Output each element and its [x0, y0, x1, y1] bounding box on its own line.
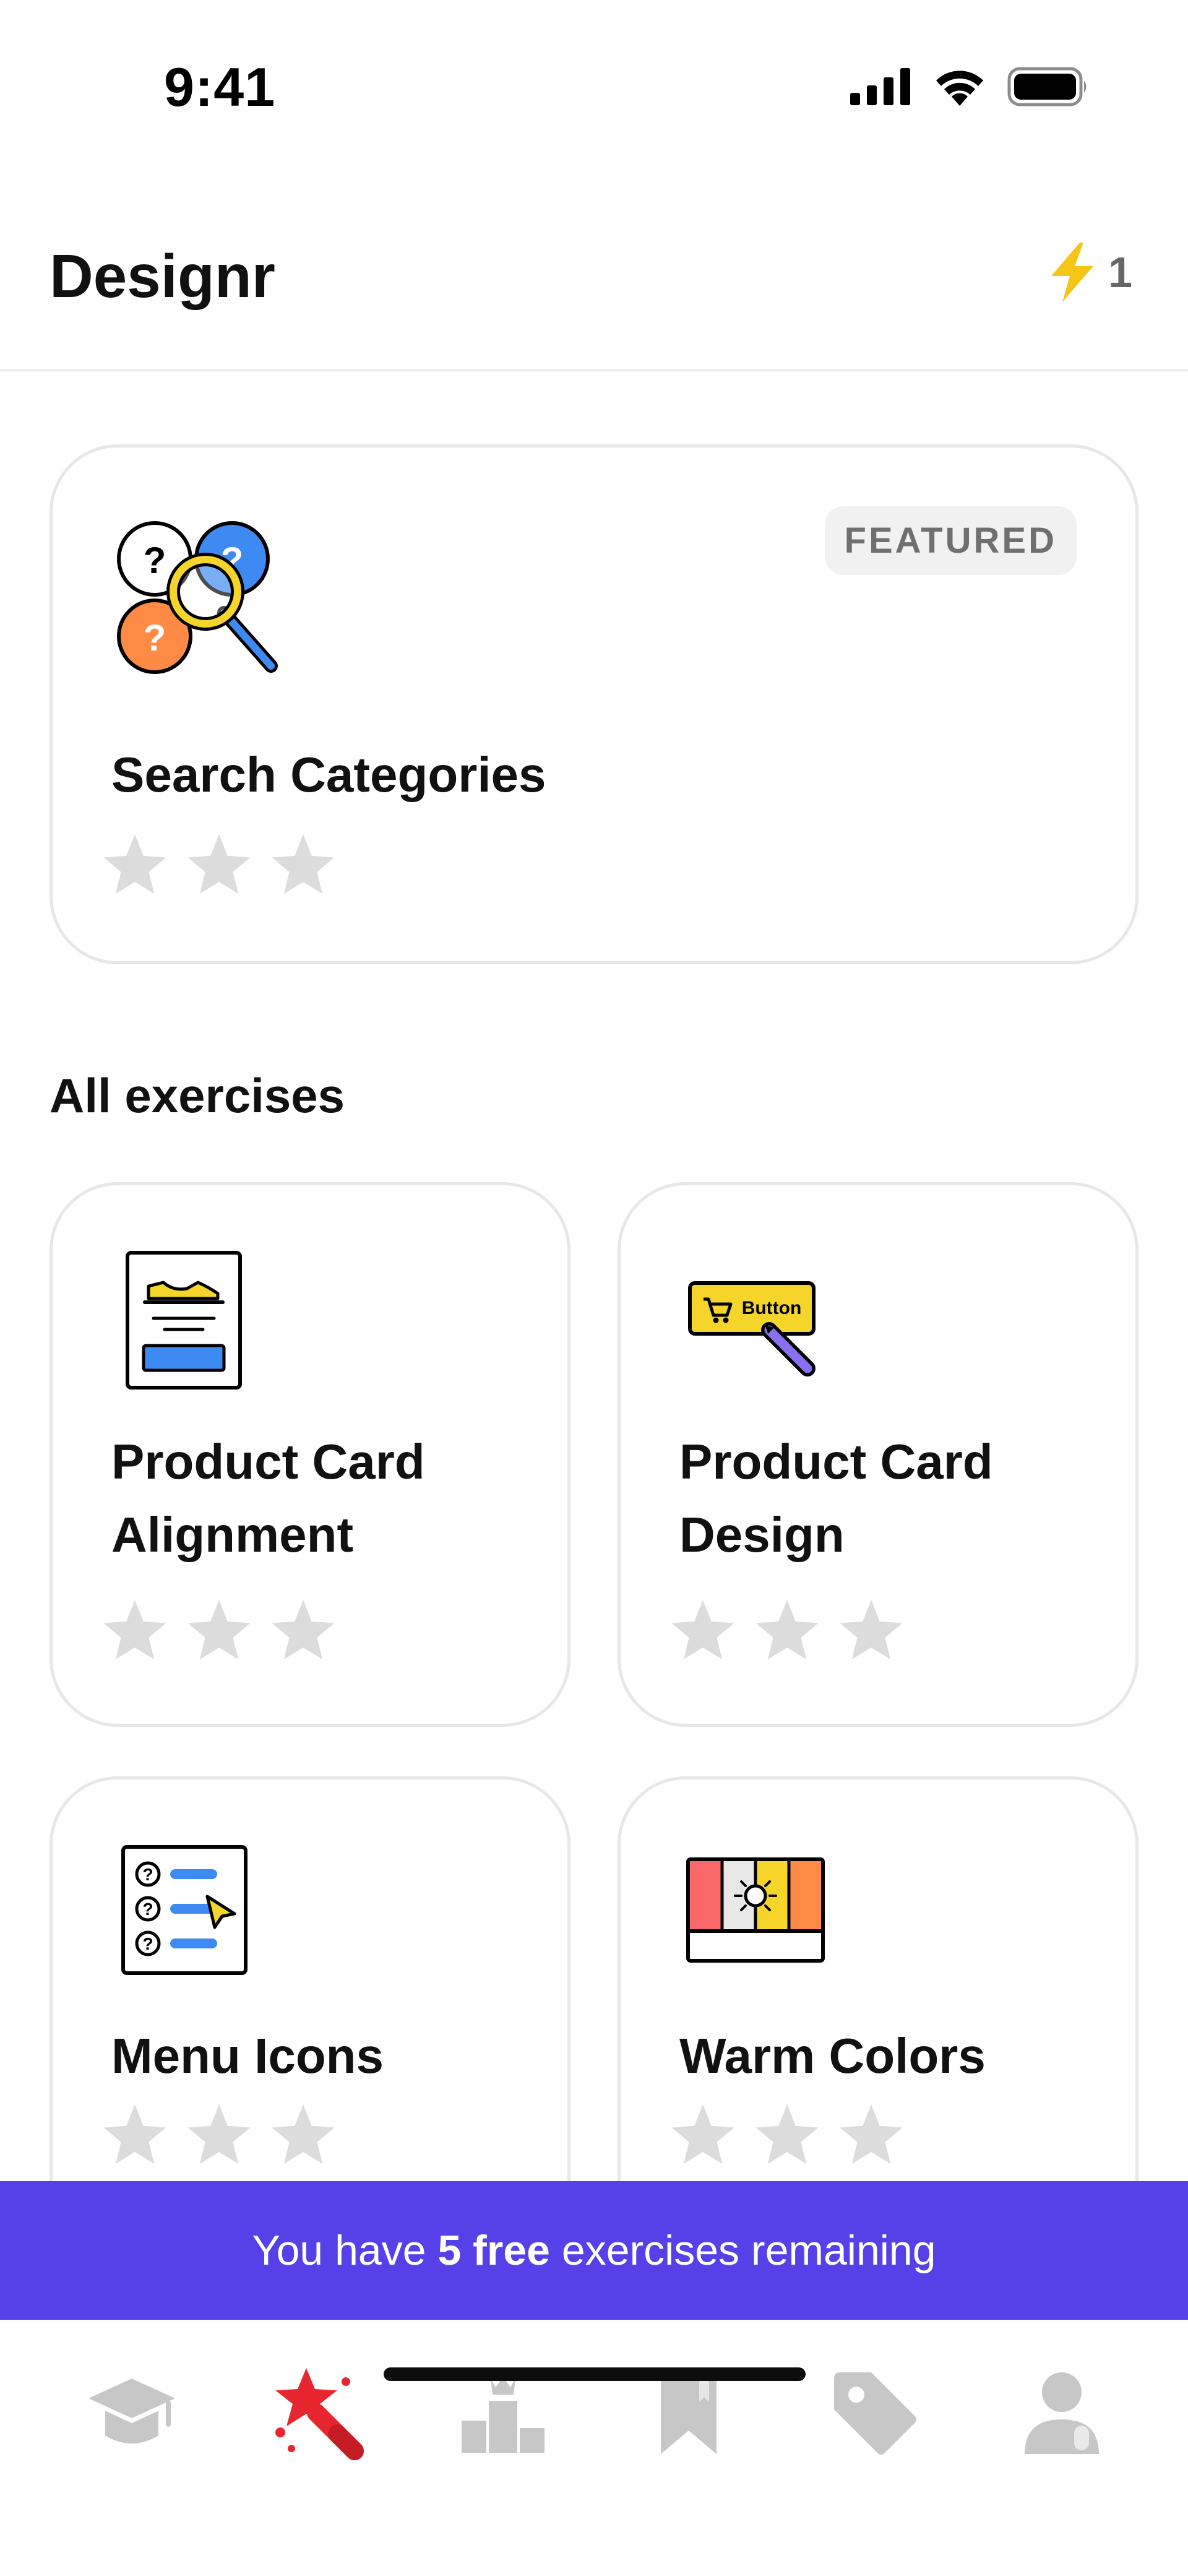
star-icon [272, 1599, 335, 1660]
lightning-bolt-icon [1051, 243, 1094, 302]
star-icon [187, 2104, 251, 2164]
energy-count: 1 [1108, 248, 1132, 296]
status-time: 9:41 [164, 56, 276, 118]
star-icon [103, 2104, 166, 2164]
graduation-cap-icon [88, 2379, 175, 2444]
profile-icon [1025, 2372, 1099, 2454]
app-header: Designr 1 [0, 204, 1188, 371]
star-icon [103, 1599, 166, 1660]
star-icon [840, 2104, 903, 2164]
exercise-card-product-card-alignment[interactable]: Product Card Alignment [50, 1182, 570, 1727]
banner-highlight: 5 free [437, 2227, 550, 2274]
star-icon [755, 2104, 819, 2164]
tab-exercises[interactable] [265, 2360, 370, 2465]
tag-icon [834, 2372, 916, 2455]
svg-text:?: ? [144, 617, 166, 659]
star-icon [272, 2104, 335, 2164]
banner-prefix: You have [252, 2227, 438, 2274]
star-icon [671, 2104, 734, 2164]
star-rating [669, 2101, 905, 2167]
energy-counter[interactable]: 1 [1048, 243, 1132, 302]
status-bar: 9:41 [0, 0, 1188, 155]
home-indicator [384, 2367, 806, 2381]
featured-exercise-card[interactable]: ? ? ? FEATURED Search Categories [50, 444, 1138, 964]
star-icon [840, 1599, 903, 1660]
star-icon [671, 1599, 734, 1660]
exercise-title: Product Card Design [679, 1434, 993, 1562]
star-icon [103, 834, 166, 894]
star-rating [101, 2101, 337, 2167]
wifi-icon [936, 71, 983, 106]
tab-bar [0, 2320, 1188, 2576]
star-wand-icon [275, 2368, 364, 2460]
status-icons [850, 62, 1089, 111]
svg-text:Button: Button [742, 1298, 802, 1318]
product-card-design-illustration: Button [688, 1281, 816, 1377]
menu-icons-illustration: ? ? ? [121, 1845, 248, 1975]
exercise-title: Menu Icons [111, 2028, 384, 2083]
product-card-alignment-illustration [126, 1251, 242, 1390]
tab-profile[interactable] [1007, 2360, 1113, 2465]
star-rating [669, 1597, 905, 1662]
star-rating [101, 1597, 337, 1662]
featured-badge: FEATURED [824, 506, 1077, 575]
warm-colors-illustration [686, 1857, 825, 1963]
free-exercises-banner[interactable]: You have 5 free exercises remaining [0, 2181, 1188, 2320]
featured-title: Search Categories [111, 747, 546, 802]
app-title: Designr [50, 242, 275, 310]
svg-text:?: ? [142, 1934, 153, 1953]
tab-offers[interactable] [822, 2360, 927, 2465]
star-icon [187, 1599, 251, 1660]
search-categories-illustration: ? ? ? [117, 521, 278, 674]
svg-text:?: ? [142, 1900, 153, 1919]
section-heading: All exercises [50, 1068, 345, 1123]
exercise-title: Product Card Alignment [111, 1434, 425, 1562]
svg-text:?: ? [142, 1865, 153, 1884]
star-icon [187, 834, 251, 894]
battery-icon [1007, 67, 1087, 106]
tab-learn[interactable] [79, 2360, 184, 2465]
banner-suffix: exercises remaining [549, 2227, 936, 2274]
exercise-card-product-card-design[interactable]: Button Product Card Design [618, 1182, 1138, 1727]
cellular-signal-icon [850, 68, 910, 105]
star-icon [272, 834, 335, 894]
svg-text:?: ? [144, 540, 166, 581]
exercise-title: Warm Colors [679, 2028, 986, 2083]
star-rating [101, 831, 337, 897]
star-icon [755, 1599, 819, 1660]
